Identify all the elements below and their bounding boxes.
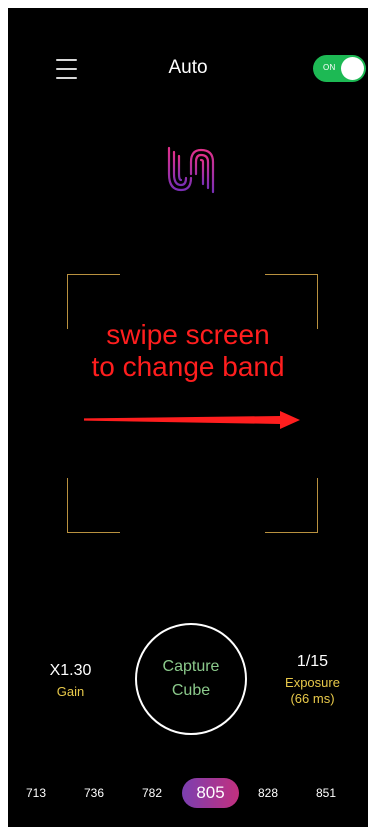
hint-line-1: swipe screen — [106, 319, 270, 350]
viewfinder-corner-bottom-left — [67, 478, 120, 533]
exposure-label-line-2: (66 ms) — [290, 691, 335, 706]
exposure-label: Exposure (66 ms) — [270, 675, 355, 707]
band-item-selected[interactable]: 805 — [182, 778, 239, 808]
toggle-knob — [341, 57, 364, 80]
band-item[interactable]: 713 — [20, 778, 52, 808]
capture-cube-button[interactable]: Capture Cube — [135, 623, 247, 735]
band-item[interactable]: 828 — [252, 778, 284, 808]
band-selector[interactable]: 713 736 782 805 828 851 — [8, 778, 368, 808]
hint-line-2: to change band — [91, 351, 285, 382]
auto-toggle[interactable]: ON — [313, 55, 366, 82]
swipe-arrow-icon — [84, 411, 300, 429]
camera-screen: Auto ON swipe screen to change band X1.3 — [8, 8, 368, 827]
gain-value[interactable]: X1.30 — [33, 662, 108, 680]
swipe-hint: swipe screen to change band — [8, 319, 368, 383]
band-item[interactable]: 851 — [310, 778, 342, 808]
app-logo-icon — [167, 146, 215, 194]
capture-label-line-2: Cube — [171, 682, 211, 699]
gain-label: Gain — [56, 684, 85, 699]
band-item[interactable]: 736 — [78, 778, 110, 808]
exposure-value[interactable]: 1/15 — [275, 653, 350, 671]
capture-label-line-1: Capture — [162, 658, 220, 675]
band-item[interactable]: 782 — [136, 778, 168, 808]
exposure-label-line-1: Exposure — [285, 675, 340, 690]
viewfinder-corner-bottom-right — [265, 478, 318, 533]
toggle-label: ON — [323, 63, 336, 72]
